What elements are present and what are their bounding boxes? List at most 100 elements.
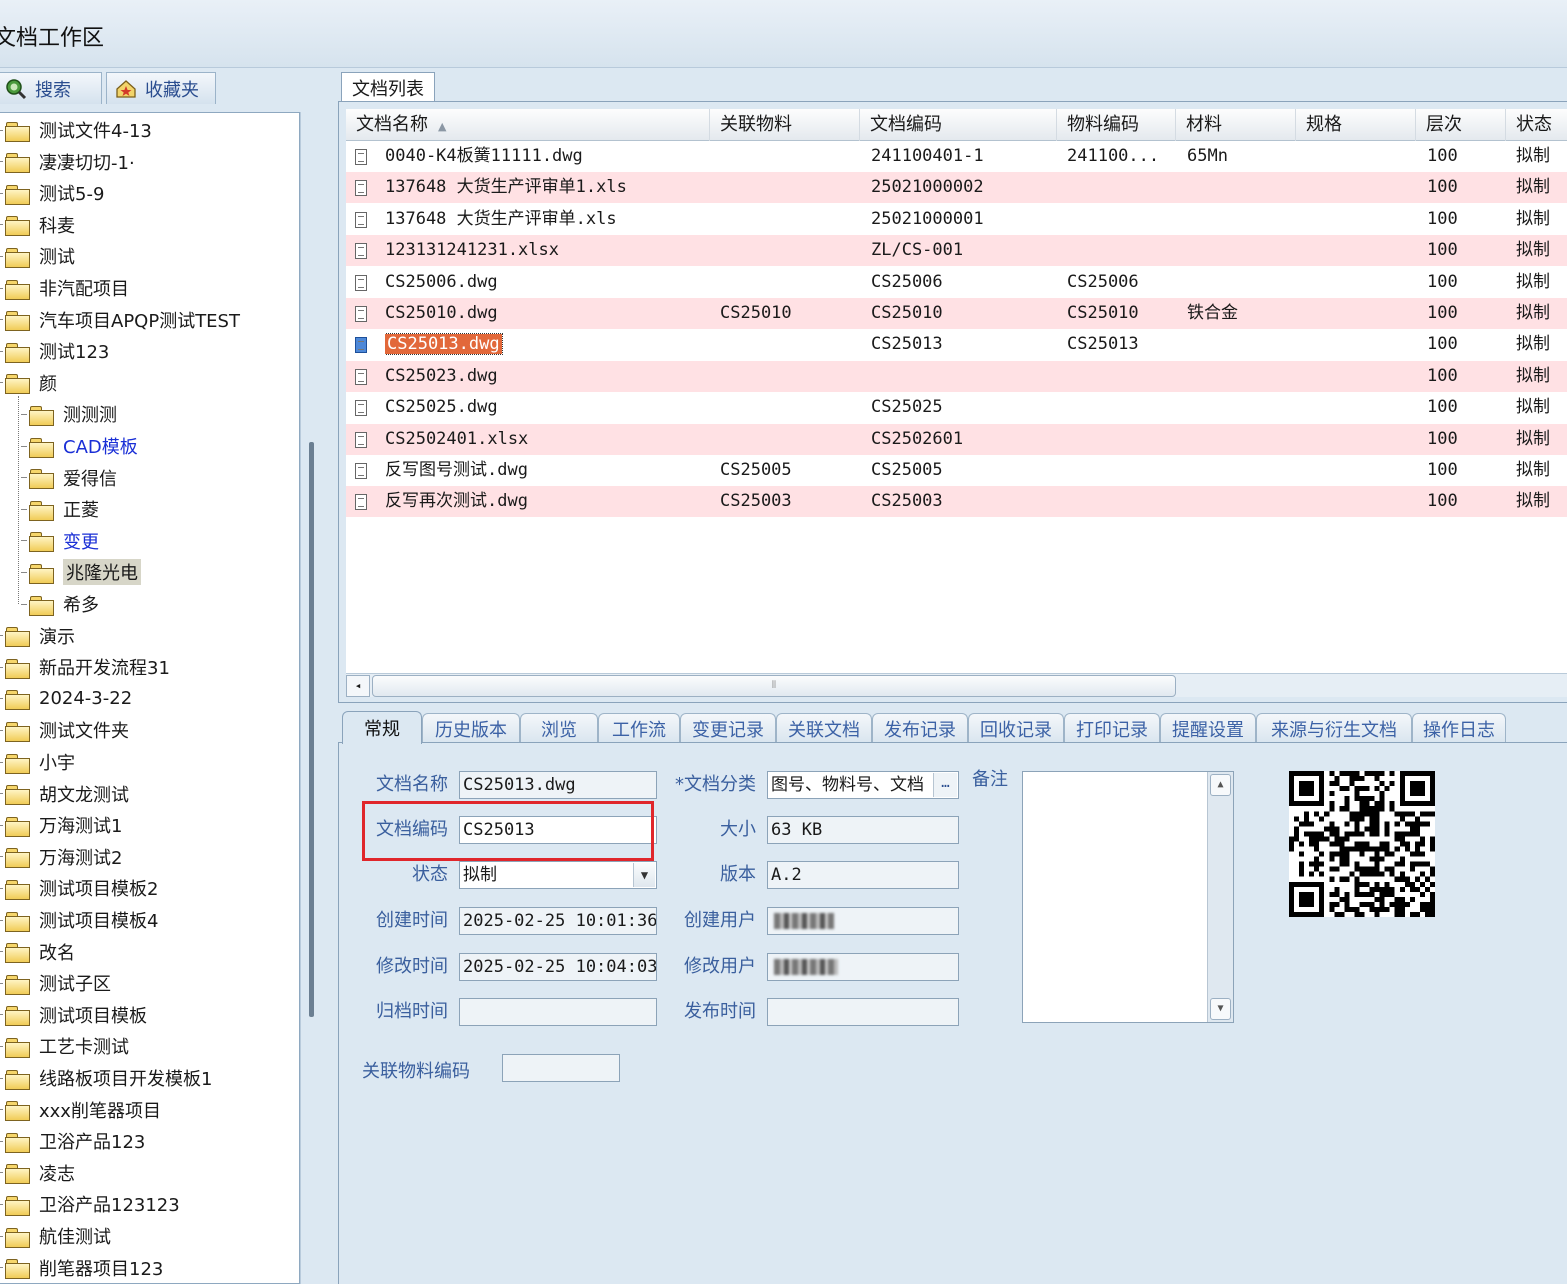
tree-item[interactable]: 卫浴产品123 xyxy=(0,1127,145,1155)
cell-level-text: 100 xyxy=(1427,303,1458,323)
tree-item[interactable]: 汽车项目APQP测试TEST xyxy=(0,306,240,334)
tree-item[interactable]: 非汽配项目 xyxy=(0,274,129,302)
table-row[interactable]: CS2502401.xlsx CS2502601 100 拟制 xyxy=(346,423,1567,455)
grid-hscroll-thumb[interactable]: ⦀ xyxy=(372,675,1176,697)
scroll-up-icon[interactable]: ▲ xyxy=(1210,774,1231,796)
tree-scrollbar[interactable] xyxy=(300,112,328,1284)
tree-item[interactable]: 新品开发流程31 xyxy=(0,653,170,681)
doc-name-field[interactable]: CS25013.dwg xyxy=(459,771,657,799)
grid-hscrollbar[interactable]: ◂ ⦀ xyxy=(346,673,1567,697)
table-row[interactable]: CS25013.dwg CS25013 CS25013 100 拟制 xyxy=(346,329,1567,360)
column-header[interactable]: 材料 xyxy=(1176,109,1296,141)
tree-item[interactable]: 爱得信 xyxy=(21,464,117,492)
publish-time-field[interactable] xyxy=(767,998,959,1026)
tree-item[interactable]: 希多 xyxy=(21,590,99,618)
status-select[interactable]: 拟制 ▼ xyxy=(459,861,657,889)
tree-item[interactable]: 测试123 xyxy=(0,337,109,365)
detail-tab[interactable]: 回收记录 xyxy=(968,713,1064,743)
tree-item[interactable]: 2024-3-22 xyxy=(0,685,132,713)
tree-item[interactable]: 测试项目模板 xyxy=(0,1001,147,1029)
detail-tab[interactable]: 来源与衍生文档 xyxy=(1256,713,1412,743)
tree-item[interactable]: CAD模板 xyxy=(21,432,138,460)
tree-connector xyxy=(0,635,3,637)
tree-item[interactable]: 颜 xyxy=(0,369,57,397)
modified-time-field[interactable]: 2025-02-25 10:04:03 xyxy=(459,953,657,981)
tree-item[interactable]: 万海测试2 xyxy=(0,843,122,871)
tree-item[interactable]: 测试文件夹 xyxy=(0,716,129,744)
table-row[interactable]: CS25006.dwg CS25006 CS25006 100 拟制 xyxy=(346,267,1567,298)
tree-item[interactable]: 工艺卡测试 xyxy=(0,1032,129,1060)
tree-item[interactable]: 凄凄切切-1· xyxy=(0,148,135,176)
table-row[interactable]: 反写图号测试.dwg CS25005 CS25005 100 拟制 xyxy=(346,455,1567,486)
detail-tab[interactable]: 提醒设置 xyxy=(1160,713,1256,743)
column-header[interactable]: 文档编码 xyxy=(860,109,1057,141)
tree-item[interactable]: 科麦 xyxy=(0,211,75,239)
tree-item[interactable]: 凌志 xyxy=(0,1159,75,1187)
modified-user-field[interactable] xyxy=(767,953,959,981)
tab-favorites[interactable]: 收藏夹 xyxy=(106,72,216,104)
table-row[interactable]: 137648 大货生产评审单1.xls 25021000002 100 拟制 xyxy=(346,172,1567,204)
tree-item[interactable]: 万海测试1 xyxy=(0,811,122,839)
column-header[interactable]: 关联物料 xyxy=(710,109,860,141)
column-header[interactable]: 规格 xyxy=(1296,109,1416,141)
detail-tab[interactable]: 发布记录 xyxy=(872,713,968,743)
detail-tab[interactable]: 操作日志 xyxy=(1412,713,1506,743)
version-field[interactable]: A.2 xyxy=(767,861,959,889)
detail-tab[interactable]: 工作流 xyxy=(598,713,680,743)
tree-item[interactable]: xxx削笔器项目 xyxy=(0,1096,161,1124)
tree-item[interactable]: 测试项目模板4 xyxy=(0,906,158,934)
tree-item[interactable]: 测测测 xyxy=(21,400,117,428)
size-field[interactable]: 63 KB xyxy=(767,816,959,844)
cell-status: 拟制 xyxy=(1516,204,1567,235)
tree-item[interactable]: 削笔器项目123 xyxy=(0,1254,163,1282)
chevron-down-icon[interactable]: ▼ xyxy=(633,863,655,887)
table-row[interactable]: 123131241231.xlsx ZL/CS-001 100 拟制 xyxy=(346,235,1567,267)
detail-tab[interactable]: 历史版本 xyxy=(422,713,520,743)
browse-button[interactable]: … xyxy=(933,773,957,797)
tree-item[interactable]: 测试子区 xyxy=(0,969,111,997)
related-item-code-field[interactable] xyxy=(502,1054,620,1082)
tree-item[interactable]: 测试项目模板2 xyxy=(0,874,158,902)
tree-item[interactable]: 改名 xyxy=(0,938,75,966)
tree-item[interactable]: 测试文件4-13 xyxy=(0,116,152,144)
column-header[interactable]: 状态 xyxy=(1506,109,1567,141)
scroll-left-icon[interactable]: ◂ xyxy=(346,675,370,697)
tree-item[interactable]: 测试5-9 xyxy=(0,179,104,207)
document-icon xyxy=(355,463,367,479)
table-row[interactable]: 137648 大货生产评审单.xls 25021000001 100 拟制 xyxy=(346,204,1567,235)
detail-tab[interactable]: 打印记录 xyxy=(1064,713,1160,743)
tree-item[interactable]: 小宇 xyxy=(0,748,75,776)
detail-tab[interactable]: 关联文档 xyxy=(776,713,872,743)
tree-item[interactable]: 演示 xyxy=(0,622,75,650)
column-header[interactable]: 文档名称 ▲ xyxy=(346,109,710,141)
tree-item[interactable]: 航佳测试 xyxy=(0,1222,111,1250)
table-row[interactable]: CS25010.dwg CS25010 CS25010 CS25010 铁合金 100 拟制 xyxy=(346,298,1567,329)
column-header[interactable]: 物料编码 xyxy=(1057,109,1176,141)
tree-scrollbar-thumb[interactable] xyxy=(309,442,314,1017)
archive-time-field[interactable] xyxy=(459,998,657,1026)
detail-tab[interactable]: 常规 xyxy=(342,711,422,744)
tree-item[interactable]: 测试 xyxy=(0,242,75,270)
tab-search[interactable]: 搜索 xyxy=(0,72,102,104)
doc-code-field[interactable]: CS25013 xyxy=(459,816,657,844)
detail-tab[interactable]: 浏览 xyxy=(520,713,598,743)
table-row[interactable]: CS25025.dwg CS25025 100 拟制 xyxy=(346,392,1567,423)
tree-item[interactable]: 线路板项目开发模板1 xyxy=(0,1064,212,1092)
created-user-field[interactable] xyxy=(767,907,959,935)
note-textarea[interactable] xyxy=(1022,771,1234,1023)
tree-item[interactable]: 卫浴产品123123 xyxy=(0,1190,180,1218)
table-row[interactable]: 反写再次测试.dwg CS25003 CS25003 100 拟制 xyxy=(346,486,1567,518)
tree-item[interactable]: 变更 xyxy=(21,527,99,555)
table-row[interactable]: CS25023.dwg 100 拟制 xyxy=(346,360,1567,392)
tree-item[interactable]: 正菱 xyxy=(21,495,99,523)
category-field[interactable]: 图号、物料号、文档 … xyxy=(767,771,959,799)
table-row[interactable]: 0040-K4板簧11111.dwg 241100401-1 241100... 65… xyxy=(346,141,1567,172)
tab-doc-list[interactable]: 文档列表 xyxy=(341,72,435,102)
tree-item[interactable]: 胡文龙测试 xyxy=(0,780,129,808)
note-scrollbar[interactable]: ▲ ▼ xyxy=(1207,772,1233,1022)
tree-item[interactable]: 兆隆光电 xyxy=(21,558,141,586)
created-time-field[interactable]: 2025-02-25 10:01:36 xyxy=(459,907,657,935)
scroll-down-icon[interactable]: ▼ xyxy=(1210,998,1231,1020)
column-header[interactable]: 层次 xyxy=(1416,109,1506,141)
detail-tab[interactable]: 变更记录 xyxy=(680,713,776,743)
